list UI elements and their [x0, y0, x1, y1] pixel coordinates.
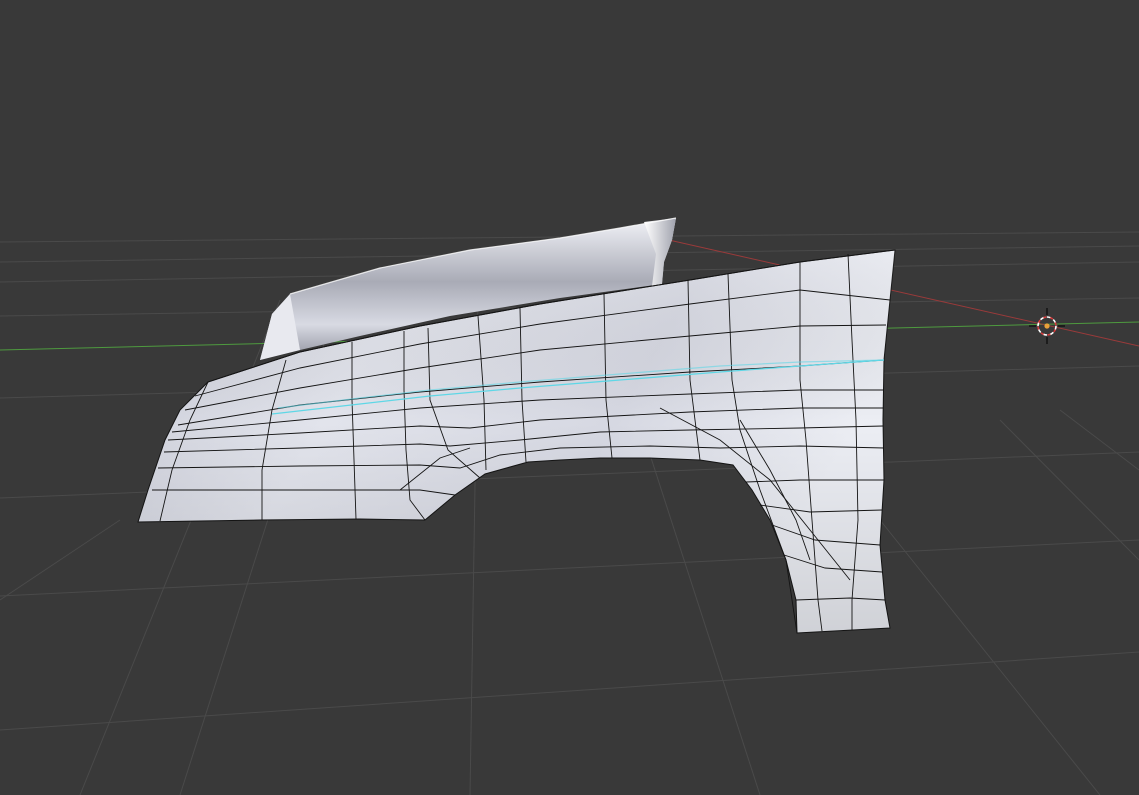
3d-viewport[interactable]: [0, 0, 1139, 795]
3d-cursor-icon[interactable]: [1029, 308, 1065, 344]
viewport-canvas[interactable]: [0, 0, 1139, 795]
